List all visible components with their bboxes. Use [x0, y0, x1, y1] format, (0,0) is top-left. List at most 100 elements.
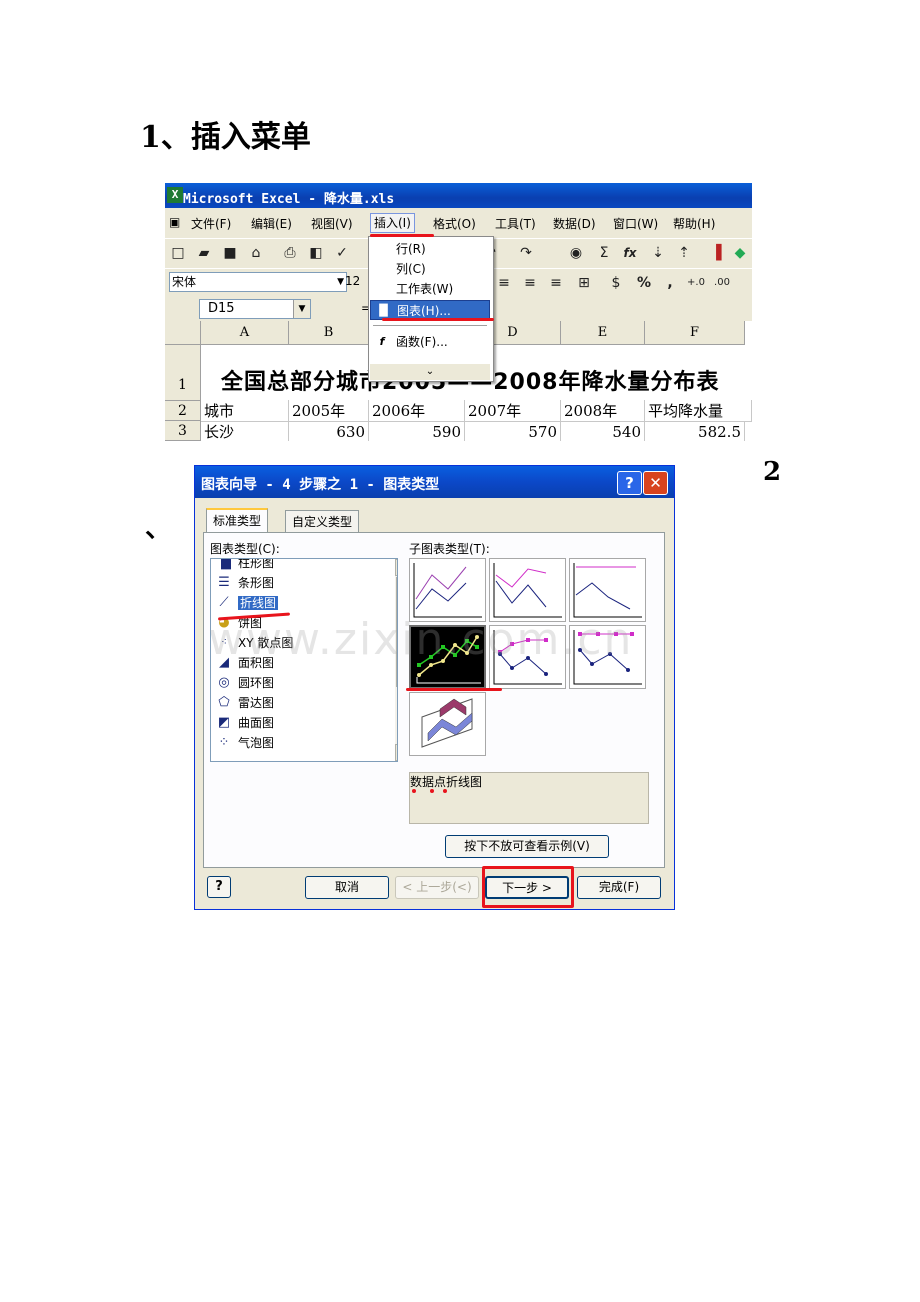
list-item-line[interactable]: ⟋ 折线图 [214, 593, 279, 613]
chevron-down-icon: ▼ [293, 300, 310, 318]
row-header[interactable]: 1 [165, 345, 201, 401]
drawing-icon[interactable]: ◆ [731, 244, 749, 262]
menu-edit[interactable]: 编辑(E) [251, 215, 292, 232]
list-item-bar[interactable]: ☰ 条形图 [214, 573, 274, 593]
step-2-mark: 、 [145, 514, 172, 544]
sub-type-label: 子图表类型(T): [409, 542, 490, 556]
finish-button[interactable]: 完成(F) [577, 876, 661, 899]
excel-window: X Microsoft Excel - 降水量.xls ▣ 文件(F) 编辑(E… [165, 183, 752, 441]
help-button[interactable]: ? [207, 876, 231, 898]
spelling-icon[interactable]: ✓ [333, 244, 351, 262]
line-chart-icon: ⟋ [219, 595, 229, 610]
bar-chart-icon: ☰ [218, 575, 230, 590]
menu-format[interactable]: 格式(O) [433, 215, 476, 232]
menu-item-column[interactable]: 列(C) [370, 259, 490, 279]
list-item-doughnut[interactable]: ◎ 圆环图 [214, 673, 274, 693]
row-header[interactable]: 2 [165, 401, 201, 421]
subtype-stacked-line[interactable] [489, 558, 566, 622]
list-item-radar[interactable]: ⬠ 雷达图 [214, 693, 274, 713]
list-item-label: 圆环图 [238, 676, 275, 690]
merge-center-icon[interactable]: ⊞ [575, 274, 593, 292]
annotation-dot [443, 789, 447, 793]
list-item-bubble[interactable]: ⁘ 气泡图 [214, 733, 274, 753]
increase-decimal-icon[interactable]: +.0 [687, 274, 705, 292]
table-cell[interactable]: 2007年 [465, 400, 561, 422]
menu-insert[interactable]: 插入(I) [370, 213, 415, 233]
subtype-3d-line[interactable] [409, 692, 486, 756]
menu-data[interactable]: 数据(D) [553, 215, 596, 232]
sort-ascending-icon[interactable]: ⇣ [649, 244, 667, 262]
table-cell[interactable]: 590 [369, 421, 465, 441]
table-cell[interactable]: 城市 [201, 400, 289, 422]
watermark-text: www.zixin.com.cn [208, 614, 634, 665]
table-cell[interactable]: 2006年 [369, 400, 465, 422]
redo-icon[interactable]: ↷ [517, 244, 535, 262]
print-icon[interactable]: ⎙ [281, 244, 299, 262]
menu-item-chart[interactable]: ▐▌ 图表(H)... [370, 300, 490, 320]
save-icon[interactable]: ■ [221, 244, 239, 262]
align-center-icon[interactable]: ≡ [521, 274, 539, 292]
menu-tools[interactable]: 工具(T) [495, 215, 536, 232]
menu-window[interactable]: 窗口(W) [613, 215, 658, 232]
tab-custom-types[interactable]: 自定义类型 [285, 510, 360, 533]
list-item-surface[interactable]: ◩ 曲面图 [214, 713, 274, 733]
menu-help[interactable]: 帮助(H) [673, 215, 715, 232]
back-button[interactable]: < 上一步(<) [395, 876, 479, 899]
column-header[interactable]: B [289, 321, 369, 345]
font-name-value: 宋体 [172, 275, 197, 289]
menu-item-worksheet[interactable]: 工作表(W) [370, 279, 490, 299]
help-icon[interactable]: ? [617, 471, 642, 495]
menu-expand-chevron-icon[interactable]: ⌄ [370, 364, 490, 380]
close-icon[interactable]: ✕ [643, 471, 668, 495]
table-cell[interactable]: 630 [289, 421, 369, 441]
new-icon[interactable]: □ [169, 244, 187, 262]
align-right-icon[interactable]: ≡ [547, 274, 565, 292]
table-cell[interactable]: 2008年 [561, 400, 645, 422]
press-preview-button[interactable]: 按下不放可查看示例(V) [445, 835, 609, 858]
table-cell[interactable]: 582.5 [645, 421, 745, 441]
scroll-down-icon[interactable]: ▼ [395, 744, 397, 761]
font-name-select[interactable]: 宋体 ▼ [169, 272, 347, 292]
tab-standard-types[interactable]: 标准类型 [206, 508, 269, 535]
menu-view[interactable]: 视图(V) [311, 215, 353, 232]
cancel-button[interactable]: 取消 [305, 876, 389, 899]
column-header[interactable]: A [201, 321, 289, 345]
table-cell[interactable]: 570 [465, 421, 561, 441]
subtype-100-line[interactable] [569, 558, 646, 622]
autosum-icon[interactable]: Σ [595, 244, 613, 262]
align-left-icon[interactable]: ≡ [495, 274, 513, 292]
menu-item-function[interactable]: f 函数(F)... [370, 332, 490, 352]
table-cell[interactable]: 540 [561, 421, 645, 441]
subtype-line-preview-icon [413, 563, 482, 618]
permission-icon[interactable]: ⌂ [247, 244, 265, 262]
list-item-column[interactable]: ▐▌ 柱形图 [214, 559, 274, 573]
column-header[interactable]: E [561, 321, 645, 345]
name-box[interactable]: D15 ▼ [199, 299, 311, 319]
hyperlink-globe-icon[interactable]: ◉ [567, 244, 585, 262]
open-folder-icon[interactable]: ▰ [195, 244, 213, 262]
menu-item-label: 工作表(W) [396, 282, 454, 296]
chart-icon: ▐▌ [375, 304, 392, 317]
table-cell[interactable]: 平均降水量 [645, 400, 752, 422]
corner-select-all[interactable] [165, 321, 201, 345]
comma-style-icon[interactable]: , [661, 274, 679, 292]
annotation-underline-chart [382, 318, 494, 321]
menu-item-label: 行(R) [396, 242, 426, 256]
percent-style-icon[interactable]: % [635, 274, 653, 292]
scroll-up-icon[interactable]: ▲ [395, 559, 397, 576]
row-header[interactable]: 3 [165, 421, 201, 441]
subtype-line[interactable] [409, 558, 486, 622]
sort-descending-icon[interactable]: ⇡ [675, 244, 693, 262]
currency-icon[interactable]: $ [607, 274, 625, 292]
table-cell[interactable]: 长沙 [201, 421, 289, 441]
annotation-box-next [482, 866, 574, 908]
chart-wizard-icon[interactable]: ▐ [707, 244, 725, 262]
menu-file[interactable]: 文件(F) [191, 215, 231, 232]
insert-function-icon[interactable]: fx [621, 244, 639, 262]
table-cell[interactable]: 2005年 [289, 400, 369, 422]
insert-dropdown-menu: 行(R) 列(C) 工作表(W) ▐▌ 图表(H)... f 函数(F)... … [368, 236, 494, 382]
menu-item-row[interactable]: 行(R) [370, 239, 490, 259]
print-preview-icon[interactable]: ◧ [307, 244, 325, 262]
decrease-decimal-icon[interactable]: .00 [713, 274, 731, 292]
column-header[interactable]: F [645, 321, 745, 345]
